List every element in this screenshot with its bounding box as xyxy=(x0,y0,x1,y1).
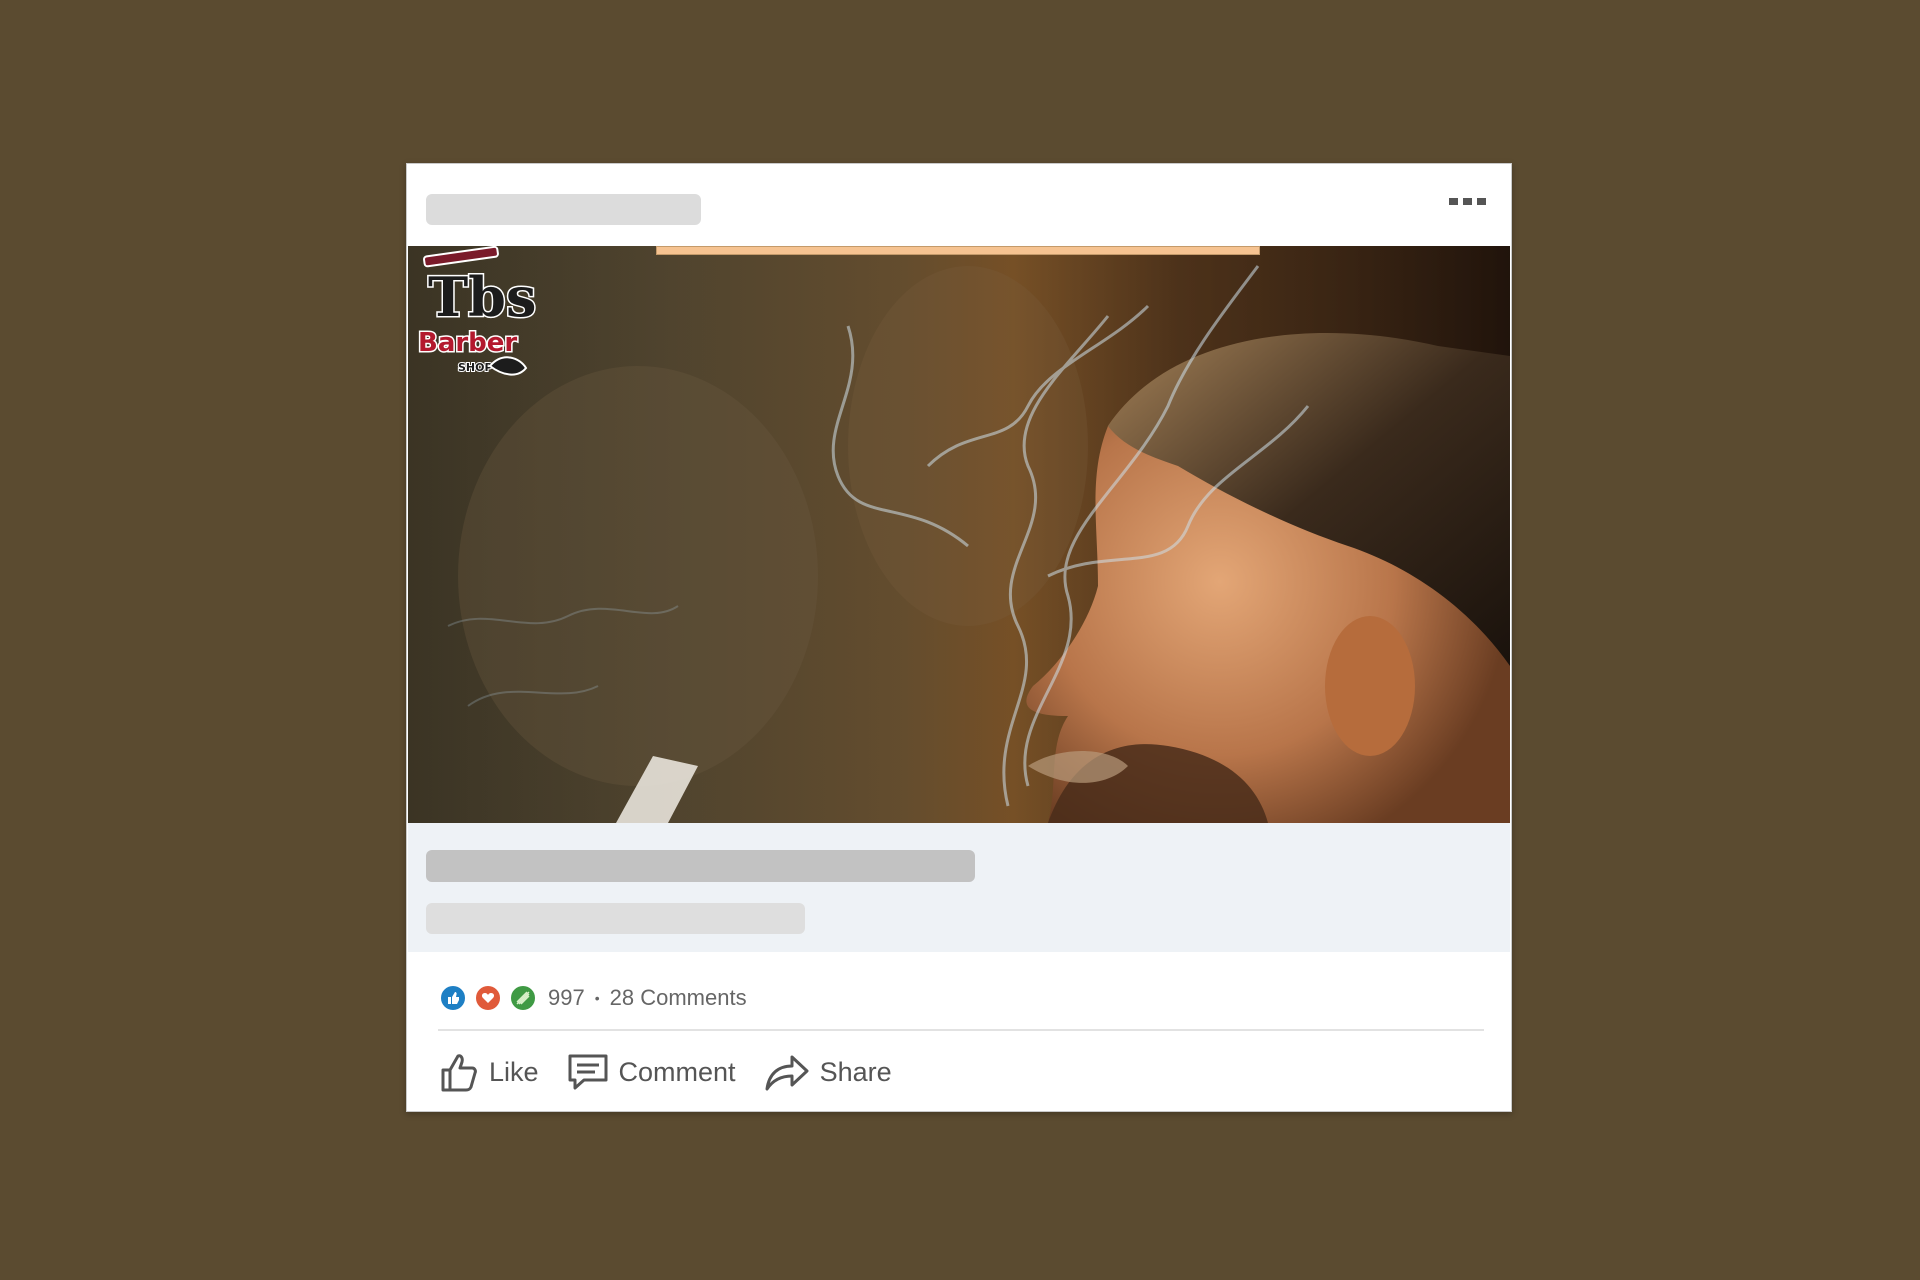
post-subtitle-placeholder xyxy=(426,903,805,934)
barber-photo-illustration xyxy=(408,246,1510,823)
thumbs-up-icon xyxy=(441,1054,477,1092)
reactions-summary[interactable]: 997 • 28 Comments xyxy=(439,981,747,1015)
comment-icon xyxy=(568,1054,608,1090)
more-dot-icon xyxy=(1476,197,1486,205)
more-options-button[interactable] xyxy=(1443,188,1491,214)
comment-label: Comment xyxy=(618,1056,736,1087)
share-button[interactable]: Share xyxy=(764,1052,892,1092)
post-image[interactable]: Tbs Barber SHOP xyxy=(408,246,1510,823)
post-card: Tbs Barber SHOP 997 • 28 Comments Like C… xyxy=(406,163,1512,1112)
post-title-placeholder xyxy=(426,850,975,882)
image-top-strip xyxy=(656,246,1260,255)
svg-text:SHOP: SHOP xyxy=(458,361,493,374)
celebrate-icon xyxy=(509,984,537,1012)
author-name-placeholder xyxy=(426,194,701,225)
like-label: Like xyxy=(489,1056,539,1087)
comment-count[interactable]: 28 Comments xyxy=(610,985,747,1011)
separator-dot: • xyxy=(594,990,600,1006)
share-arrow-icon xyxy=(765,1055,809,1091)
love-icon xyxy=(474,984,502,1012)
like-icon xyxy=(439,984,467,1012)
comment-button[interactable]: Comment xyxy=(567,1053,736,1091)
more-dot-icon xyxy=(1448,197,1458,205)
share-label: Share xyxy=(819,1056,892,1087)
reaction-count[interactable]: 997 xyxy=(548,985,585,1011)
svg-text:Barber: Barber xyxy=(418,328,517,358)
like-button[interactable]: Like xyxy=(439,1050,539,1094)
svg-text:Tbs: Tbs xyxy=(428,265,536,329)
more-dot-icon xyxy=(1462,197,1472,205)
post-actions: Like Comment Share xyxy=(439,1044,920,1100)
divider xyxy=(438,1029,1484,1031)
barber-shop-logo: Tbs Barber SHOP xyxy=(417,246,538,376)
